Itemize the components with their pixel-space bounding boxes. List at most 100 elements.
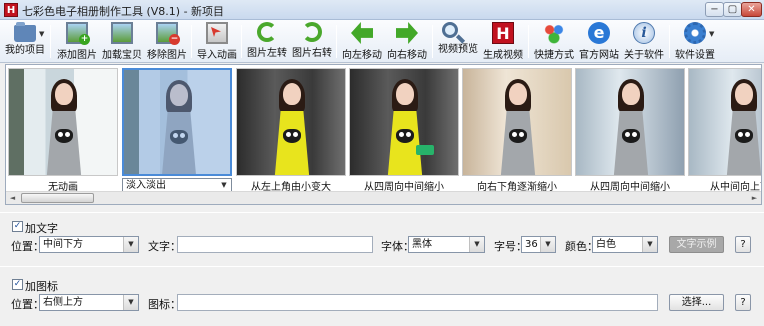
thumbnail-item[interactable]: 从左上角由小变大	[236, 68, 346, 198]
generate-video-button[interactable]: H 生成视频	[481, 22, 525, 62]
add-image-button[interactable]: + 添加图片	[55, 22, 99, 62]
close-button[interactable]: ✕	[741, 2, 762, 17]
horizontal-scrollbar[interactable]: ◄ ►	[6, 191, 761, 204]
thumbnail-item[interactable]: 从中间向上下	[688, 68, 761, 198]
thumbnail-image[interactable]	[236, 68, 346, 176]
toolbar-separator	[336, 25, 337, 58]
rotate-right-button[interactable]: 图片右转	[290, 22, 334, 62]
shortcut-button[interactable]: 快捷方式	[532, 22, 576, 62]
thumbnail-image[interactable]	[688, 68, 761, 176]
text-content-input[interactable]	[177, 236, 373, 253]
remove-image-button[interactable]: − 移除图片	[145, 22, 189, 62]
toolbar-separator	[191, 25, 192, 58]
video-preview-button[interactable]: 视频预览	[436, 22, 480, 62]
scrollbar-thumb[interactable]	[21, 193, 94, 203]
add-icon-checkbox[interactable]: ✓	[12, 279, 23, 290]
minimize-button[interactable]: −	[705, 2, 724, 17]
import-animation-button[interactable]: 导入动画	[195, 22, 239, 62]
text-help-button[interactable]: ?	[735, 236, 751, 253]
move-left-button[interactable]: 向左移动	[340, 22, 384, 62]
add-image-icon: +	[66, 22, 90, 45]
maximize-button[interactable]: ▢	[723, 2, 742, 17]
toolbar-label: 关于软件	[624, 50, 664, 61]
font-value: 黑体	[412, 239, 432, 250]
toolbar-label: 官方网站	[579, 50, 619, 61]
text-position-select[interactable]: 中间下方 ▼	[39, 236, 139, 253]
icon-path-input[interactable]	[177, 294, 658, 311]
ie-icon: e	[588, 22, 610, 44]
toolbar-label: 加载宝贝	[102, 50, 142, 61]
thumbnail-image[interactable]	[462, 68, 572, 176]
color-select[interactable]: 白色 ▼	[592, 236, 658, 253]
chevron-down-icon: ▼	[540, 237, 555, 252]
scroll-right-icon[interactable]: ►	[748, 192, 761, 204]
toolbar-label: 软件设置	[675, 50, 715, 61]
toolbar-separator	[669, 25, 670, 58]
font-select[interactable]: 黑体 ▼	[408, 236, 485, 253]
toolbar-label: 向左移动	[342, 50, 382, 61]
app-icon: H	[4, 3, 18, 17]
text-sample-button[interactable]: 文字示例	[669, 236, 724, 253]
toolbar-label: 移除图片	[147, 50, 187, 61]
toolbar-label: 我的项目	[5, 45, 45, 56]
official-website-button[interactable]: e 官方网站	[577, 22, 621, 62]
rotate-left-icon	[257, 22, 277, 42]
icon-help-button[interactable]: ?	[735, 294, 751, 311]
thumbnail-item[interactable]: 向右下角逐渐缩小	[462, 68, 572, 198]
toolbar-separator	[50, 25, 51, 58]
title-bar: H 七彩色电子相册制作工具 (V8.1) - 新项目 − ▢ ✕	[0, 0, 764, 20]
image-filmstrip[interactable]: 无动画 淡入淡出 ▼ 从左上角由小变大 从四周向中间缩小 向右下角逐渐缩小 从四…	[5, 64, 762, 205]
thumbnail-image-selected[interactable]	[122, 68, 232, 176]
load-items-button[interactable]: 加载宝贝	[100, 22, 144, 62]
thumbnail-image[interactable]	[349, 68, 459, 176]
thumbnail-image[interactable]	[575, 68, 685, 176]
plus-icon: +	[79, 34, 90, 45]
info-icon: i	[633, 22, 655, 44]
font-size-value: 36	[525, 239, 538, 250]
chevron-down-icon: ▼	[642, 237, 657, 252]
toolbar: ▼ 我的项目 + 添加图片 加载宝贝 − 移除图片 导入动画 图片左转 图片右转…	[0, 20, 764, 63]
thumbnail-item[interactable]: 淡入淡出 ▼	[122, 68, 232, 198]
font-size-select[interactable]: 36 ▼	[521, 236, 556, 253]
icon-options-panel: ✓ 加图标 位置： 右侧上方 ▼ 图标： 选择... ?	[0, 276, 764, 316]
add-text-label: 加文字	[25, 222, 58, 235]
thumbnail-item[interactable]: 从四周向中间缩小	[575, 68, 685, 198]
add-icon-label: 加图标	[25, 280, 58, 293]
thumbnail-image[interactable]	[8, 68, 118, 176]
toolbar-label: 导入动画	[197, 50, 237, 61]
dropdown-arrow-icon: ▼	[709, 30, 715, 38]
arrow-right-icon	[396, 22, 418, 44]
magnifier-icon	[442, 22, 458, 38]
rotate-left-button[interactable]: 图片左转	[245, 22, 289, 62]
chevron-down-icon: ▼	[123, 295, 138, 310]
icon-position-value: 右侧上方	[43, 297, 83, 308]
effect-select-value: 淡入淡出	[126, 180, 166, 191]
about-button[interactable]: i 关于软件	[622, 22, 666, 62]
toolbar-label: 添加图片	[57, 50, 97, 61]
thumbnail-item[interactable]: 无动画	[8, 68, 118, 198]
move-right-button[interactable]: 向右移动	[385, 22, 429, 62]
thumbnail-item[interactable]: 从四周向中间缩小	[349, 68, 459, 198]
add-text-checkbox[interactable]: ✓	[12, 221, 23, 232]
chevron-down-icon: ▼	[123, 237, 138, 252]
arrow-left-icon	[351, 22, 373, 44]
color-value: 白色	[596, 239, 616, 250]
toolbar-label: 快捷方式	[534, 50, 574, 61]
dropdown-arrow-icon: ▼	[39, 30, 45, 38]
text-options-panel: ✓ 加文字 位置： 中间下方 ▼ 文字： 字体： 黑体 ▼ 字号： 36 ▼ 颜…	[0, 218, 764, 258]
folder-icon	[14, 22, 36, 42]
my-projects-button[interactable]: ▼ 我的项目	[3, 22, 47, 62]
toolbar-separator	[241, 25, 242, 58]
toolbar-label: 向右移动	[387, 50, 427, 61]
icon-position-select[interactable]: 右侧上方 ▼	[39, 294, 139, 311]
toolbar-separator	[528, 25, 529, 58]
settings-button[interactable]: ▼ 软件设置	[673, 22, 717, 62]
scroll-left-icon[interactable]: ◄	[6, 192, 19, 204]
rotate-right-icon	[302, 22, 322, 42]
toolbar-label: 图片左转	[247, 48, 287, 59]
browse-icon-button[interactable]: 选择...	[669, 294, 724, 311]
generate-video-icon: H	[492, 22, 514, 44]
cubes-icon	[543, 22, 565, 44]
text-position-value: 中间下方	[43, 239, 83, 250]
import-animation-icon	[206, 22, 228, 44]
